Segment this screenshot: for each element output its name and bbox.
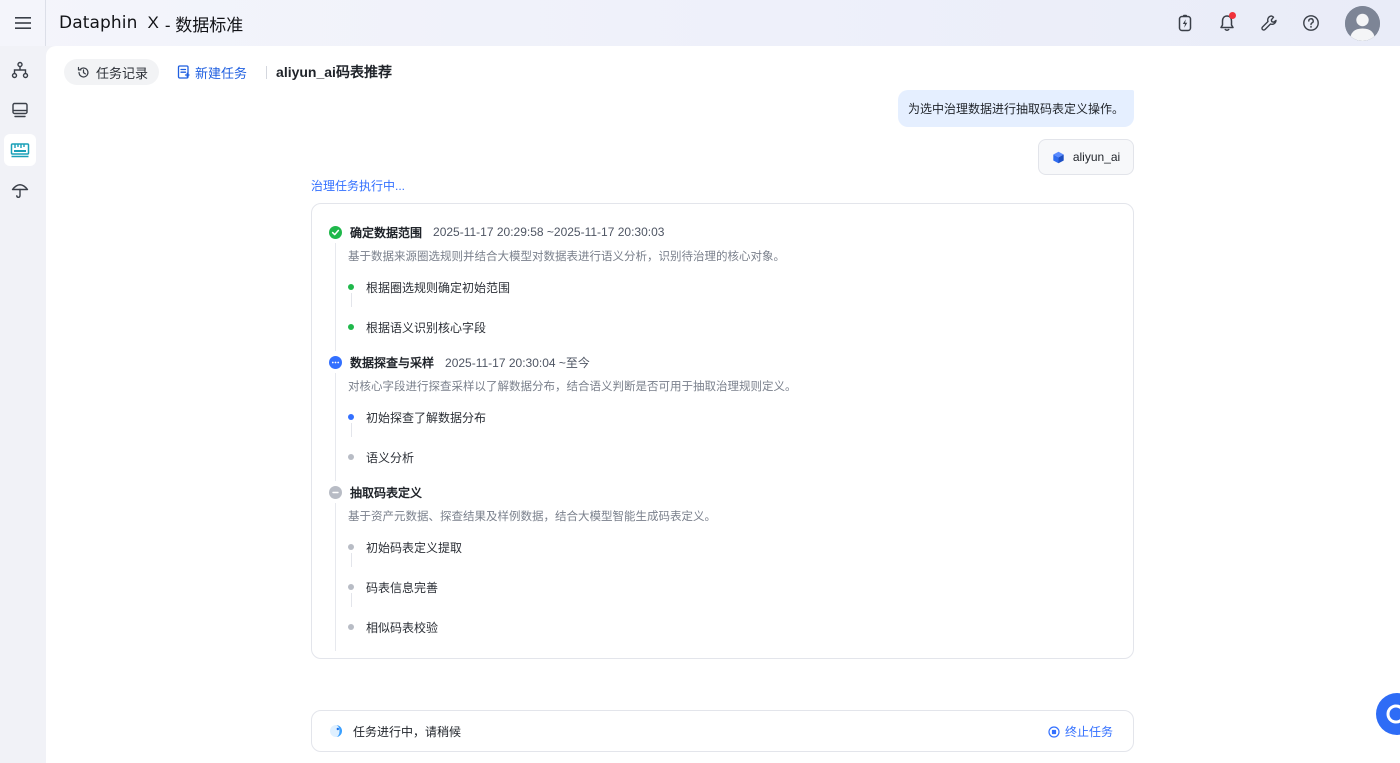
lineage-icon <box>11 61 29 79</box>
left-sidebar <box>0 46 46 763</box>
agent-chip[interactable]: aliyun_ai <box>1038 139 1134 175</box>
page-title: aliyun_ai码表推荐 <box>276 64 392 80</box>
loading-drop-icon <box>330 725 342 737</box>
substep-item: 根据圈选规则确定初始范围 <box>348 267 785 307</box>
substep-dot <box>348 324 354 330</box>
substep-label: 根据圈选规则确定初始范围 <box>366 280 511 295</box>
task-history-button[interactable]: 任务记录 <box>64 59 160 85</box>
substep-dot <box>348 584 354 590</box>
step-determine-scope: 确定数据范围 2025-11-17 20:29:58 ~2025-11-17 2… <box>329 223 785 351</box>
substep-list: 根据圈选规则确定初始范围 根据语义识别核心字段 <box>348 267 785 347</box>
flash-battery-icon <box>1178 14 1192 32</box>
user-avatar[interactable] <box>1345 5 1380 41</box>
brand-separator: X <box>147 13 159 32</box>
stop-circle-icon <box>1048 725 1060 738</box>
menu-icon <box>14 17 31 29</box>
help-button[interactable] <box>1299 11 1323 35</box>
sidebar-item-umbrella[interactable] <box>4 174 36 206</box>
substep-item: 初始探查了解数据分布 <box>348 397 797 437</box>
cube-icon <box>1053 151 1064 163</box>
umbrella-icon <box>11 184 29 199</box>
substep-item: 相似码表校验 <box>348 607 716 647</box>
step-description: 对核心字段进行探查采样以了解数据分布，结合语义判断是否可用于抽取治理规则定义。 <box>348 381 797 393</box>
substep-item: 语义分析 <box>348 437 797 477</box>
task-status-text: 治理任务执行中... <box>311 179 406 193</box>
step-description: 基于资产元数据、探查结果及样例数据，结合大模型智能生成码表定义。 <box>348 511 716 523</box>
floating-assistant-button[interactable] <box>1376 693 1400 735</box>
sidebar-item-lineage[interactable] <box>4 54 36 86</box>
substep-item: 根据语义识别核心字段 <box>348 307 785 347</box>
task-running-bar: 任务进行中，请稍候 终止任务 <box>311 710 1134 752</box>
substep-dot <box>348 414 354 420</box>
wrench-icon <box>1261 15 1277 31</box>
standard-ruler-icon <box>10 143 30 158</box>
substep-item: 码表信息完善 <box>348 567 716 607</box>
substep-label: 语义分析 <box>366 450 415 465</box>
step-title: 数据探查与采样 <box>350 355 435 370</box>
tools-button[interactable] <box>1257 11 1281 35</box>
minus-circle-icon <box>329 485 342 499</box>
step-time: 2025-11-17 20:29:58 ~2025-11-17 20:30:03 <box>433 225 665 239</box>
substep-label: 初始探查了解数据分布 <box>366 410 487 425</box>
step-body: 基于资产元数据、探查结果及样例数据，结合大模型智能生成码表定义。 初始码表定义提… <box>335 503 716 651</box>
history-icon <box>77 66 89 78</box>
substep-label: 初始码表定义提取 <box>366 540 463 555</box>
main-panel: 任务记录 新建任务 aliyun_ai码表推荐 为选中治理数据进行抽取码表定义操… <box>46 46 1400 763</box>
more-circle-icon <box>329 355 342 369</box>
assistant-ring-icon <box>1386 704 1400 724</box>
brand[interactable]: Dataphin X - 数据标准 <box>59 11 243 36</box>
substep-dot <box>348 454 354 460</box>
top-actions <box>1155 0 1380 46</box>
notification-dot <box>1229 12 1236 19</box>
substep-label: 根据语义识别核心字段 <box>366 320 487 335</box>
monitor-icon <box>12 102 28 118</box>
step-header: 确定数据范围 2025-11-17 20:29:58 ~2025-11-17 2… <box>329 223 785 241</box>
brand-logo: Dataphin <box>59 13 138 33</box>
app-title: - 数据标准 <box>164 15 244 35</box>
tab-divider <box>266 65 268 79</box>
substep-dot <box>348 624 354 630</box>
top-header: Dataphin X - 数据标准 <box>0 0 1400 46</box>
agent-name: aliyun_ai <box>1072 150 1121 164</box>
progress-text: 任务进行中，请稍候 <box>353 724 462 739</box>
substep-dot <box>348 544 354 550</box>
new-task-label: 新建任务 <box>195 65 248 81</box>
task-history-label: 任务记录 <box>96 65 149 81</box>
sidebar-item-standard[interactable] <box>4 134 36 166</box>
task-progress-card: 确定数据范围 2025-11-17 20:29:58 ~2025-11-17 2… <box>311 203 1134 659</box>
new-task-button[interactable]: 新建任务 <box>177 63 247 82</box>
new-task-icon <box>177 65 190 79</box>
step-body: 基于数据来源圈选规则并结合大模型对数据表进行语义分析，识别待治理的核心对象。 根… <box>335 243 785 351</box>
substep-list: 初始码表定义提取 码表信息完善 相似码表校验 <box>348 527 716 647</box>
substep-item: 初始码表定义提取 <box>348 527 716 567</box>
help-icon <box>1303 15 1319 31</box>
step-header: 数据探查与采样 2025-11-17 20:30:04 ~至今 <box>329 353 797 371</box>
task-tabbar: 任务记录 新建任务 aliyun_ai码表推荐 <box>64 59 392 85</box>
menu-toggle-button[interactable] <box>0 0 46 46</box>
check-circle-icon <box>329 225 342 239</box>
substep-label: 相似码表校验 <box>366 620 439 635</box>
substep-dot <box>348 284 354 290</box>
step-extract-code-table: 抽取码表定义 基于资产元数据、探查结果及样例数据，结合大模型智能生成码表定义。 … <box>329 483 716 651</box>
stop-task-label: 终止任务 <box>1064 725 1113 739</box>
step-header: 抽取码表定义 <box>329 483 716 501</box>
step-description: 基于数据来源圈选规则并结合大模型对数据表进行语义分析，识别待治理的核心对象。 <box>348 251 785 263</box>
substep-list: 初始探查了解数据分布 语义分析 <box>348 397 797 477</box>
sidebar-item-monitor[interactable] <box>4 94 36 126</box>
substep-label: 码表信息完善 <box>366 580 439 595</box>
stop-task-button[interactable]: 终止任务 <box>1048 723 1113 740</box>
step-title: 确定数据范围 <box>350 225 423 240</box>
step-time: 2025-11-17 20:30:04 ~至今 <box>445 355 590 370</box>
step-data-profiling: 数据探查与采样 2025-11-17 20:30:04 ~至今 对核心字段进行探… <box>329 353 797 481</box>
notification-button[interactable] <box>1215 11 1239 35</box>
step-title: 抽取码表定义 <box>350 485 423 500</box>
step-body: 对核心字段进行探查采样以了解数据分布，结合语义判断是否可用于抽取治理规则定义。 … <box>335 373 797 481</box>
flash-button[interactable] <box>1173 11 1197 35</box>
user-message-bubble: 为选中治理数据进行抽取码表定义操作。 <box>898 90 1134 127</box>
avatar-person-icon <box>1345 5 1380 41</box>
